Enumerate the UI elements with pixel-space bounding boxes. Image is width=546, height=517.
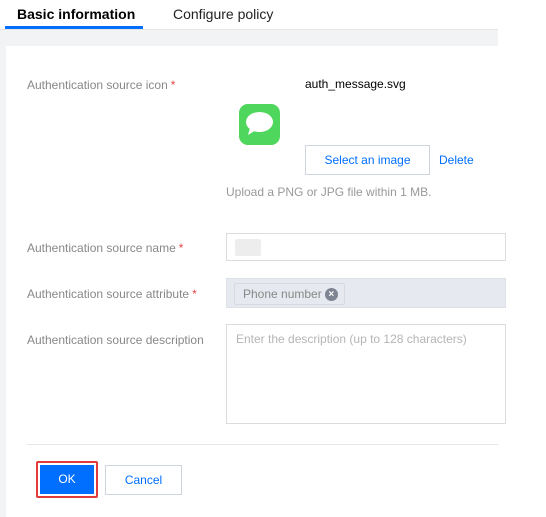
- tab-bar: Basic information Configure policy: [0, 0, 498, 30]
- attribute-tag-label: Phone number: [243, 287, 322, 301]
- active-tab-indicator: [5, 26, 143, 29]
- delete-link[interactable]: Delete: [439, 153, 474, 167]
- upload-hint: Upload a PNG or JPG file within 1 MB.: [226, 185, 432, 199]
- redacted-value: [235, 239, 261, 256]
- attribute-tag: Phone number ×: [234, 283, 345, 305]
- name-field-label: Authentication source name *: [27, 241, 184, 255]
- source-name-input[interactable]: [226, 233, 506, 261]
- ok-button[interactable]: OK: [40, 465, 94, 494]
- left-gutter: [0, 30, 6, 517]
- message-bubble-icon: [239, 104, 280, 145]
- attribute-select[interactable]: Phone number ×: [226, 278, 506, 308]
- icon-filename: auth_message.svg: [305, 77, 406, 91]
- tab-configure-policy[interactable]: Configure policy: [173, 6, 273, 22]
- cancel-button[interactable]: Cancel: [105, 465, 182, 495]
- footer-divider: [27, 444, 498, 445]
- tab-basic-information[interactable]: Basic information: [17, 6, 135, 22]
- icon-field-label: Authentication source icon *: [27, 78, 176, 92]
- ok-button-highlight: OK: [36, 461, 98, 498]
- description-textarea[interactable]: [226, 324, 506, 424]
- section-gap: [0, 30, 498, 46]
- attribute-field-label: Authentication source attribute *: [27, 287, 197, 301]
- select-image-button[interactable]: Select an image: [305, 145, 430, 175]
- tag-close-icon[interactable]: ×: [324, 287, 338, 301]
- description-field-label: Authentication source description: [27, 333, 204, 347]
